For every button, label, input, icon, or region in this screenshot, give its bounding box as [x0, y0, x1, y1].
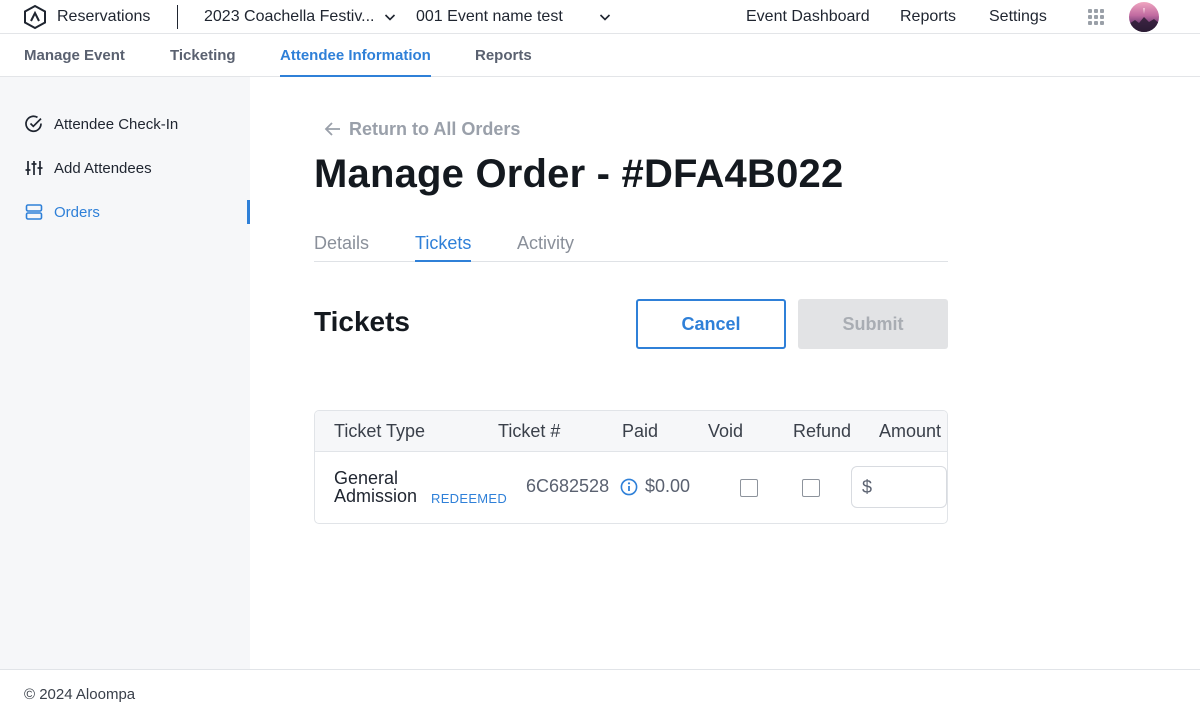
brand-name: Reservations — [57, 8, 151, 25]
copyright-text: © 2024 Aloompa — [24, 686, 136, 703]
event-select[interactable]: 001 Event name test — [416, 0, 613, 34]
ticket-type-line: General — [334, 468, 399, 488]
festival-select-value: 2023 Coachella Festiv... — [204, 8, 375, 25]
server-stack-icon — [24, 202, 44, 222]
ticket-type-cell: General Admission — [334, 469, 424, 505]
tab-reports[interactable]: Reports — [475, 34, 532, 76]
column-header-amount: Amount — [879, 421, 942, 441]
column-header-paid: Paid — [622, 421, 659, 441]
nav-event-dashboard[interactable]: Event Dashboard — [746, 0, 870, 34]
topbar-divider — [177, 5, 178, 29]
column-header-ticket-type: Ticket Type — [334, 421, 426, 441]
table-row: General Admission REDEEMED 6C682528 $0.0… — [315, 452, 947, 523]
chevron-down-icon — [597, 9, 613, 25]
refund-checkbox[interactable] — [802, 479, 820, 497]
sidebar-item-label: Add Attendees — [54, 159, 152, 177]
ticket-type-line: Admission — [334, 486, 418, 506]
chevron-down-icon — [382, 9, 398, 25]
info-icon[interactable] — [620, 478, 638, 496]
paid-cell: $0.00 — [645, 476, 691, 496]
arrow-left-icon — [323, 119, 343, 139]
currency-symbol: $ — [862, 476, 873, 497]
page-title: Manage Order - #DFA4B022 — [314, 152, 844, 196]
sidebar-item-attendee-check-in[interactable]: Attendee Check-In — [24, 112, 250, 136]
column-header-void: Void — [708, 421, 744, 441]
footer: © 2024 Aloompa — [0, 669, 1200, 720]
table-header: Ticket Type Ticket # Paid Void Refund Am… — [315, 411, 947, 452]
event-select-value: 001 Event name test — [416, 8, 563, 25]
apps-grid-icon[interactable] — [1088, 9, 1104, 25]
sidebar-item-label: Attendee Check-In — [54, 115, 179, 133]
ticket-number-cell: 6C682528 — [526, 476, 610, 496]
tab-details[interactable]: Details — [314, 226, 369, 261]
tab-manage-event[interactable]: Manage Event — [24, 34, 125, 76]
void-checkbox[interactable] — [740, 479, 758, 497]
festival-select[interactable]: 2023 Coachella Festiv... — [204, 0, 398, 34]
tickets-section-title: Tickets — [314, 306, 410, 337]
top-bar: Reservations 2023 Coachella Festiv... 00… — [0, 0, 1200, 34]
sliders-icon — [24, 158, 44, 178]
nav-settings[interactable]: Settings — [989, 0, 1047, 34]
tab-tickets[interactable]: Tickets — [415, 226, 472, 262]
nav-reports[interactable]: Reports — [900, 0, 956, 34]
sidebar: Attendee Check-In Add Attendees Orders — [0, 77, 250, 669]
order-tabs: Details Tickets Activity — [314, 226, 948, 262]
sidebar-item-orders[interactable]: Orders — [24, 200, 250, 224]
brand[interactable]: Reservations — [22, 4, 150, 30]
tickets-table: Ticket Type Ticket # Paid Void Refund Am… — [314, 410, 948, 524]
reservations-logo-icon — [22, 4, 48, 30]
return-to-orders-link[interactable]: Return to All Orders — [323, 117, 520, 141]
return-link-label: Return to All Orders — [349, 118, 521, 139]
status-badge: REDEEMED — [431, 491, 508, 506]
cancel-button[interactable]: Cancel — [636, 299, 786, 349]
tab-ticketing[interactable]: Ticketing — [170, 34, 236, 76]
tab-attendee-information[interactable]: Attendee Information — [280, 34, 431, 77]
tab-activity[interactable]: Activity — [517, 226, 574, 261]
column-header-refund: Refund — [793, 421, 852, 441]
check-circle-icon — [24, 114, 44, 134]
amount-field[interactable]: $ — [851, 466, 947, 508]
submit-button[interactable]: Submit — [798, 299, 948, 349]
event-subnav: Manage Event Ticketing Attendee Informat… — [0, 34, 1200, 77]
column-header-ticket-number: Ticket # — [498, 421, 561, 441]
amount-input[interactable] — [876, 476, 937, 498]
sidebar-item-add-attendees[interactable]: Add Attendees — [24, 156, 250, 180]
avatar[interactable] — [1129, 2, 1159, 32]
sidebar-item-label: Orders — [54, 203, 100, 221]
